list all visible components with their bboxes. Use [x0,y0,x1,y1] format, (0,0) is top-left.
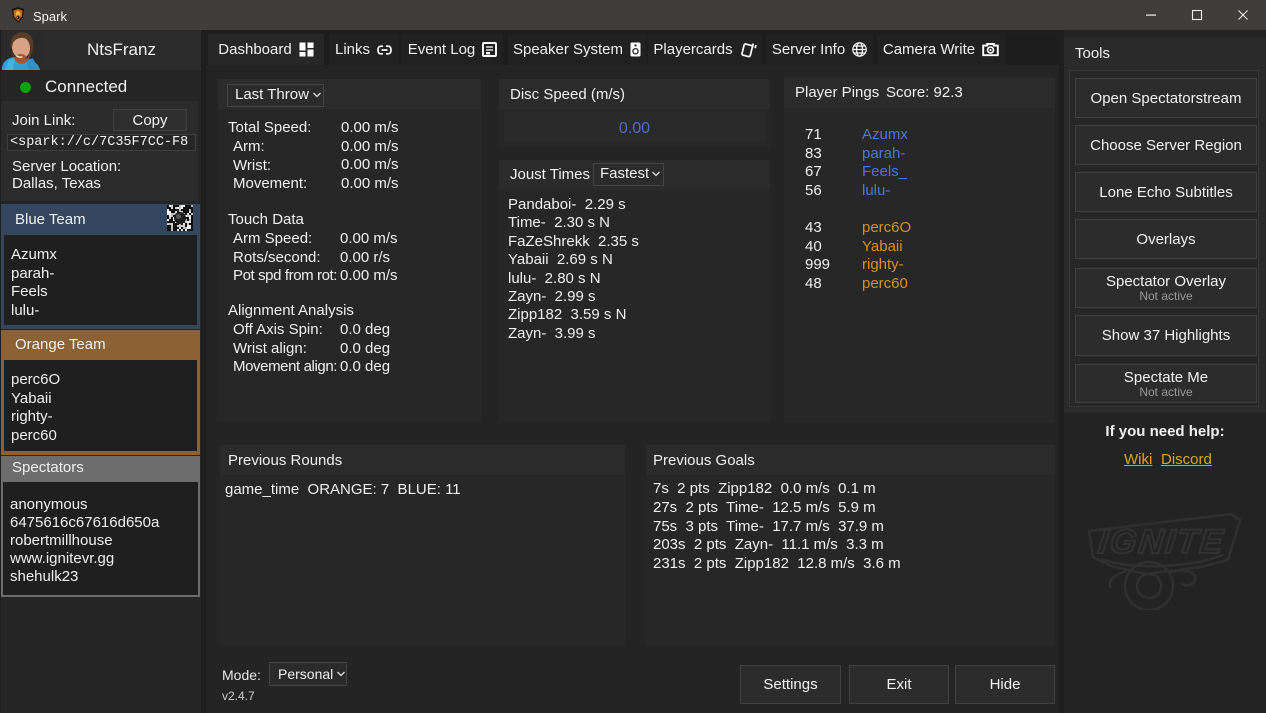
svg-text:IGNITE: IGNITE [1097,523,1226,561]
